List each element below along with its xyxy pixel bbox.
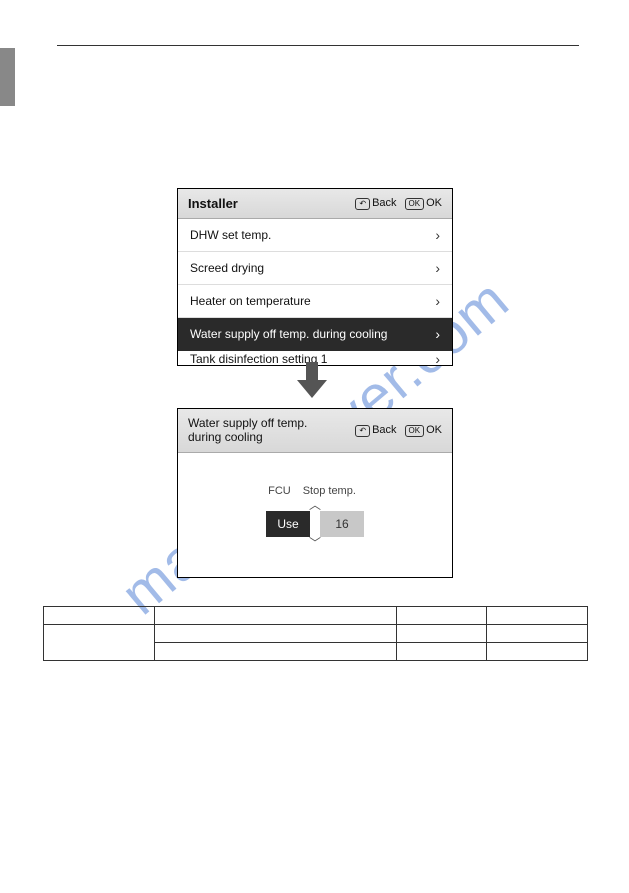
- menu-item-water-supply-off-temp[interactable]: Water supply off temp. during cooling ›: [178, 318, 452, 351]
- menu-item-label: Water supply off temp. during cooling: [190, 327, 387, 341]
- flow-arrow-down-icon: [297, 362, 327, 402]
- water-supply-setting-panel: Water supply off temp. during cooling ↶B…: [177, 408, 453, 578]
- fcu-use-button[interactable]: Use: [266, 511, 310, 537]
- panel-title: Installer: [188, 196, 238, 211]
- chevron-right-icon: ›: [435, 293, 440, 309]
- table-row: [44, 607, 588, 625]
- table-cell: [487, 625, 588, 643]
- panel-header-actions: ↶Back OKOK: [355, 197, 442, 210]
- back-group[interactable]: ↶Back: [355, 197, 396, 210]
- caret-up-icon[interactable]: ︿: [309, 499, 321, 511]
- fcu-label: FCU: [268, 485, 291, 497]
- back-label: Back: [372, 197, 396, 209]
- table-cell: [487, 607, 588, 625]
- menu-item-label: DHW set temp.: [190, 228, 271, 242]
- menu-item-heater-on-temperature[interactable]: Heater on temperature ›: [178, 285, 452, 318]
- menu-item-screed-drying[interactable]: Screed drying ›: [178, 252, 452, 285]
- table-cell: [487, 643, 588, 661]
- panel-body: FCU Stop temp. ︿ Use 16 ﹀: [178, 453, 452, 581]
- back-icon: ↶: [355, 198, 370, 210]
- back-group[interactable]: ↶Back: [355, 424, 396, 437]
- ok-label: OK: [426, 424, 442, 436]
- panel-header: Installer ↶Back OKOK: [178, 189, 452, 219]
- page-top-rule: [57, 45, 579, 46]
- table-cell: [44, 625, 155, 661]
- ok-group[interactable]: OKOK: [405, 197, 442, 210]
- panel-header: Water supply off temp. during cooling ↶B…: [178, 409, 452, 453]
- table-cell: [396, 607, 487, 625]
- ok-icon: OK: [405, 425, 425, 437]
- chevron-right-icon: ›: [435, 227, 440, 243]
- ok-icon: OK: [405, 198, 425, 210]
- back-icon: ↶: [355, 425, 370, 437]
- ok-label: OK: [426, 197, 442, 209]
- stop-temp-value[interactable]: 16: [320, 511, 364, 537]
- table-cell: [44, 607, 155, 625]
- back-label: Back: [372, 424, 396, 436]
- installer-menu-panel: Installer ↶Back OKOK DHW set temp. › Scr…: [177, 188, 453, 366]
- value-buttons: Use 16: [266, 511, 364, 537]
- ok-group[interactable]: OKOK: [405, 424, 442, 437]
- section-side-tab: [0, 48, 15, 106]
- chevron-right-icon: ›: [435, 326, 440, 342]
- value-labels: FCU Stop temp.: [274, 485, 356, 497]
- table-cell: [396, 643, 487, 661]
- table-cell: [154, 643, 396, 661]
- table-row: [44, 625, 588, 643]
- panel-title: Water supply off temp. during cooling: [188, 416, 307, 445]
- table-cell: [154, 607, 396, 625]
- menu-item-dhw-set-temp[interactable]: DHW set temp. ›: [178, 219, 452, 252]
- menu-item-label: Screed drying: [190, 261, 264, 275]
- settings-table: [43, 606, 588, 661]
- stop-temp-label: Stop temp.: [303, 485, 356, 497]
- menu-item-label: Heater on temperature: [190, 294, 311, 308]
- panel-header-actions: ↶Back OKOK: [355, 424, 442, 437]
- chevron-right-icon: ›: [435, 260, 440, 276]
- caret-down-icon[interactable]: ﹀: [309, 537, 321, 549]
- table-cell: [396, 625, 487, 643]
- table-cell: [154, 625, 396, 643]
- chevron-right-icon: ›: [435, 351, 440, 365]
